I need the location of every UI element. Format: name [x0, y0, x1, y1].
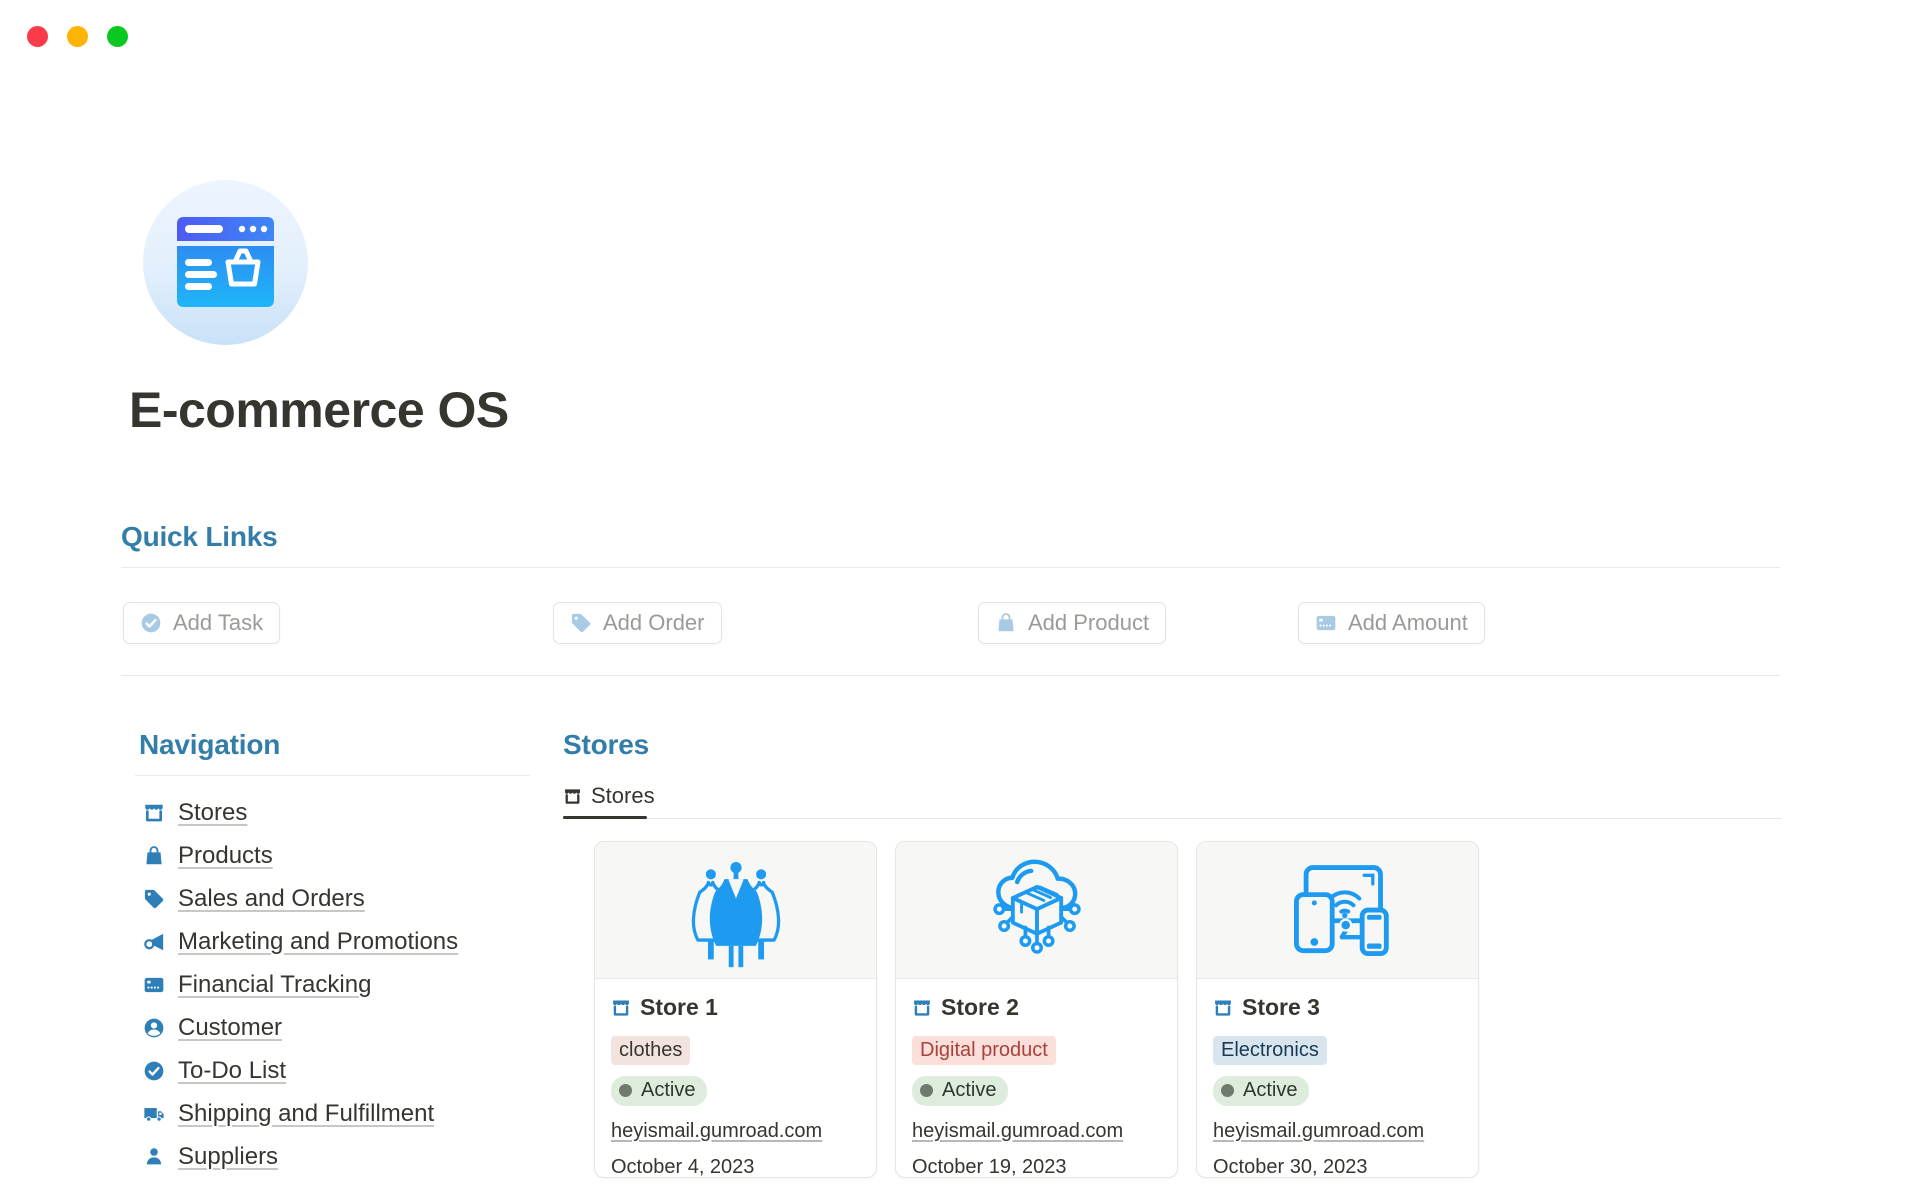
credit-card-icon: [143, 974, 165, 996]
nav-item-label: Products: [178, 842, 273, 870]
storefront-icon: [563, 787, 582, 806]
tag-icon: [143, 888, 165, 910]
divider: [135, 775, 530, 776]
tag-icon: [570, 612, 592, 634]
status-dot-icon: [1221, 1084, 1234, 1097]
nav-item-shipping-and-fulfillment[interactable]: Shipping and Fulfillment: [143, 1092, 458, 1135]
nav-item-suppliers[interactable]: Suppliers: [143, 1135, 458, 1178]
store-card-cover: [896, 842, 1177, 979]
store-name: Store 1: [640, 994, 718, 1021]
store-date: October 30, 2023: [1213, 1156, 1462, 1178]
dress-mannequins-illustration: [678, 855, 794, 971]
divider: [121, 675, 1780, 676]
store-card-cover: [595, 842, 876, 979]
store-card-cover: [1197, 842, 1478, 979]
status-label: Active: [1243, 1079, 1297, 1102]
store-card-2[interactable]: Store 2 Digital product Active heyismail…: [895, 841, 1178, 1178]
store-card-1[interactable]: Store 1 clothes Active heyismail.gumroad…: [594, 841, 877, 1178]
storefront-icon: [912, 998, 932, 1018]
shopping-bag-icon: [143, 845, 165, 867]
check-circle-icon: [140, 612, 162, 634]
shopping-bag-icon: [995, 612, 1017, 634]
divider: [121, 567, 1780, 568]
store-card-3[interactable]: Store 3 Electronics Active heyismail.gum…: [1196, 841, 1479, 1178]
quick-links-heading: Quick Links: [121, 521, 278, 553]
nav-item-label: Suppliers: [178, 1143, 278, 1171]
traffic-light-zoom[interactable]: [107, 26, 128, 47]
store-date: October 19, 2023: [912, 1156, 1161, 1178]
status-label: Active: [641, 1079, 695, 1102]
nav-item-products[interactable]: Products: [143, 834, 458, 877]
nav-item-label: Shipping and Fulfillment: [178, 1100, 434, 1128]
tab-stores[interactable]: Stores: [563, 783, 655, 809]
traffic-light-close[interactable]: [27, 26, 48, 47]
add-task-label: Add Task: [173, 610, 263, 636]
store-name: Store 2: [941, 994, 1019, 1021]
add-amount-button[interactable]: Add Amount: [1298, 602, 1485, 644]
category-tag: Electronics: [1213, 1036, 1327, 1065]
navigation-list: Stores Products Sales and Orders Marketi…: [143, 791, 458, 1178]
add-order-label: Add Order: [603, 610, 705, 636]
store-cards: Store 1 clothes Active heyismail.gumroad…: [594, 841, 1479, 1178]
person-circle-icon: [143, 1017, 165, 1039]
status-dot-icon: [619, 1084, 632, 1097]
nav-item-to-do-list[interactable]: To-Do List: [143, 1049, 458, 1092]
tab-stores-label: Stores: [591, 783, 655, 809]
storefront-icon: [1213, 998, 1233, 1018]
store-url-link[interactable]: heyismail.gumroad.com: [611, 1120, 822, 1143]
status-badge: Active: [1213, 1076, 1309, 1106]
store-name: Store 3: [1242, 994, 1320, 1021]
storefront-icon: [143, 802, 165, 824]
check-circle-icon: [143, 1060, 165, 1082]
nav-item-sales-and-orders[interactable]: Sales and Orders: [143, 877, 458, 920]
add-order-button[interactable]: Add Order: [553, 602, 722, 644]
page-icon[interactable]: [143, 180, 308, 345]
storefront-icon: [611, 998, 631, 1018]
category-tag: clothes: [611, 1036, 690, 1065]
page-title: E-commerce OS: [129, 381, 509, 439]
nav-item-label: Financial Tracking: [178, 971, 371, 999]
status-label: Active: [942, 1079, 996, 1102]
store-date: October 4, 2023: [611, 1156, 860, 1178]
tab-bar-divider: [563, 818, 1782, 819]
megaphone-icon: [143, 931, 165, 953]
person-icon: [143, 1146, 165, 1168]
nav-item-label: Stores: [178, 799, 247, 827]
status-badge: Active: [611, 1076, 707, 1106]
add-task-button[interactable]: Add Task: [123, 602, 280, 644]
nav-item-label: Marketing and Promotions: [178, 928, 458, 956]
store-url-link[interactable]: heyismail.gumroad.com: [1213, 1120, 1424, 1143]
nav-item-label: Customer: [178, 1014, 282, 1042]
nav-item-financial-tracking[interactable]: Financial Tracking: [143, 963, 458, 1006]
nav-item-label: Sales and Orders: [178, 885, 365, 913]
active-tab-indicator: [563, 816, 647, 819]
nav-item-customer[interactable]: Customer: [143, 1006, 458, 1049]
status-dot-icon: [920, 1084, 933, 1097]
truck-icon: [143, 1103, 165, 1125]
add-amount-label: Add Amount: [1348, 610, 1468, 636]
traffic-light-minimize[interactable]: [67, 26, 88, 47]
credit-card-icon: [1315, 612, 1337, 634]
nav-item-marketing-and-promotions[interactable]: Marketing and Promotions: [143, 920, 458, 963]
nav-item-stores[interactable]: Stores: [143, 791, 458, 834]
nav-item-label: To-Do List: [178, 1057, 286, 1085]
status-badge: Active: [912, 1076, 1008, 1106]
cloud-package-network-illustration: [979, 855, 1095, 971]
add-product-label: Add Product: [1028, 610, 1149, 636]
devices-illustration: [1280, 855, 1396, 971]
stores-heading: Stores: [563, 729, 649, 761]
navigation-heading: Navigation: [139, 729, 280, 761]
add-product-button[interactable]: Add Product: [978, 602, 1166, 644]
store-url-link[interactable]: heyismail.gumroad.com: [912, 1120, 1123, 1143]
category-tag: Digital product: [912, 1036, 1056, 1065]
